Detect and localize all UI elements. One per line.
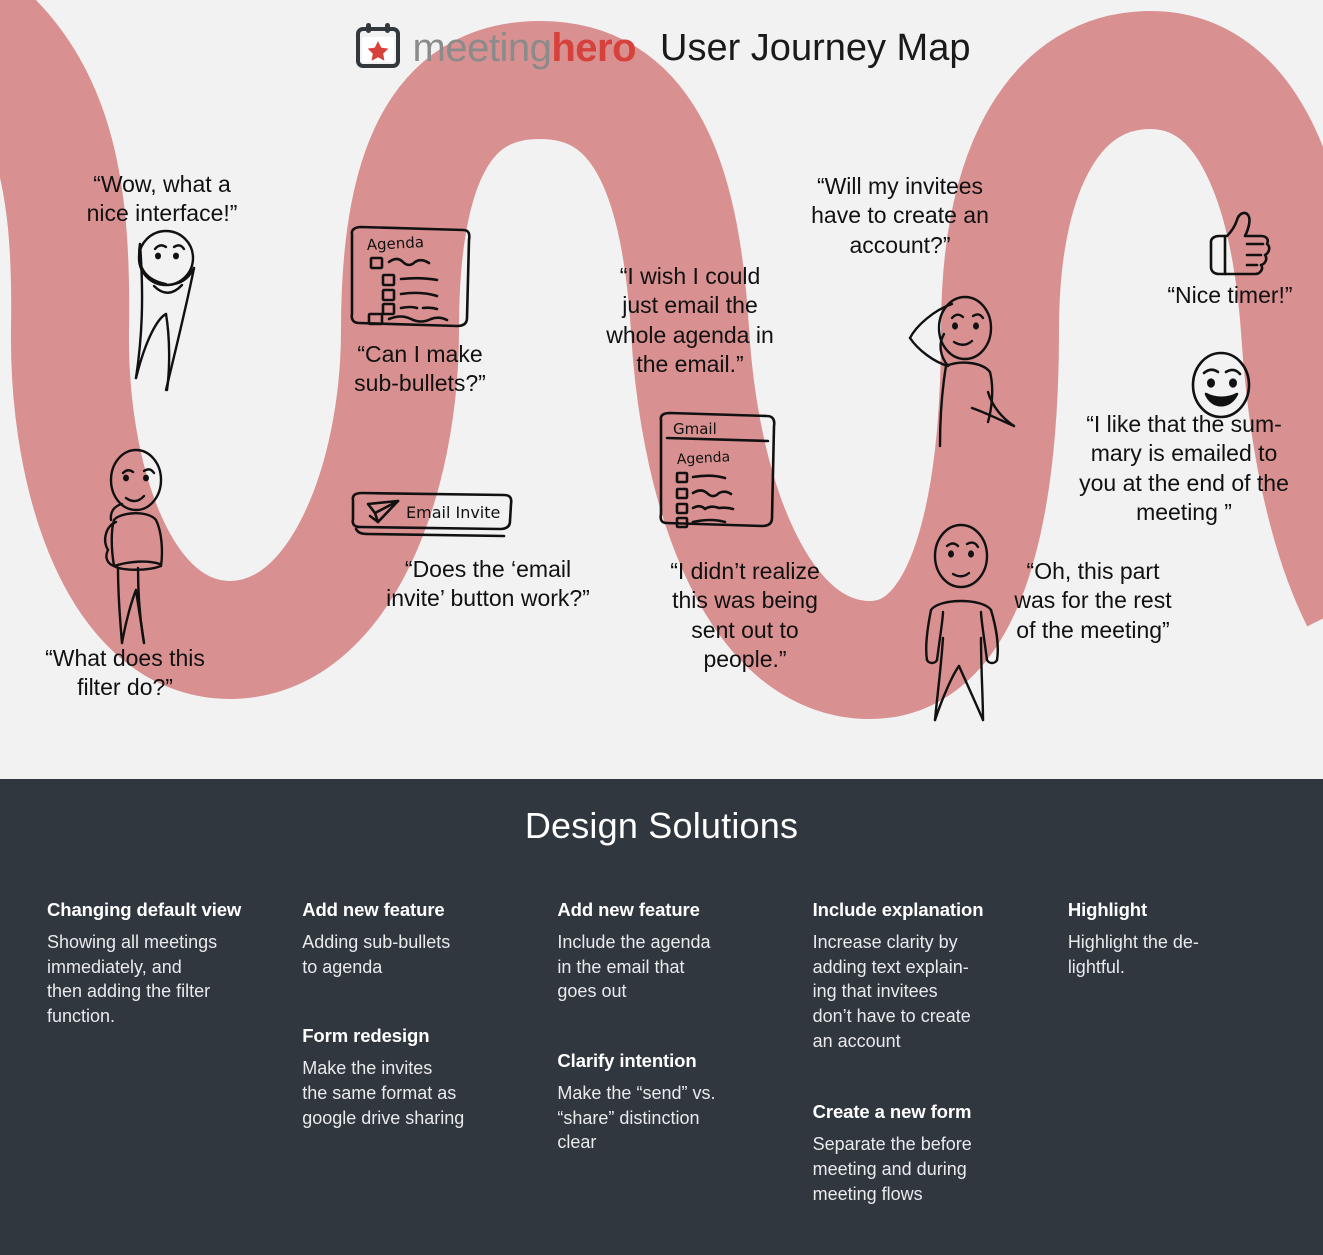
solution-body: Increase clarity by adding text explain-… bbox=[812, 932, 971, 1051]
email-invite-button-sketch[interactable]: Email Invite bbox=[348, 488, 518, 540]
quote-what-does-filter-do: “What does this filter do?” bbox=[45, 645, 205, 701]
design-solutions-columns: Changing default view Showing all meetin… bbox=[0, 847, 1323, 1234]
thumbs-up-icon bbox=[1205, 208, 1275, 288]
solution-body: Separate the before meeting and during m… bbox=[812, 1134, 972, 1204]
solution-body: Make the invites the same format as goog… bbox=[302, 1058, 465, 1128]
solution-heading: Add new feature bbox=[557, 899, 700, 920]
solution-item: Include explanation Increase clarity by … bbox=[813, 899, 1028, 1053]
solution-item: Create a new form Separate the before me… bbox=[813, 1101, 1028, 1206]
solution-item: Form redesign Make the invites the same … bbox=[302, 1025, 517, 1130]
agenda-card-label: Agenda bbox=[366, 233, 424, 254]
brand-name-bold: hero bbox=[551, 25, 637, 70]
page-header: meeting hero User Journey Map bbox=[0, 20, 1323, 75]
head-scratching-figure bbox=[890, 280, 1040, 450]
solution-heading: Create a new form bbox=[812, 1101, 972, 1123]
gmail-agenda-label: Agenda bbox=[676, 449, 730, 468]
solution-item: Add new feature Adding sub-bullets to ag… bbox=[302, 899, 517, 979]
solution-heading: Changing default view bbox=[47, 899, 242, 920]
solution-heading: Highlight bbox=[1067, 899, 1148, 920]
solution-body: Include the agenda in the email that goe… bbox=[557, 932, 711, 1002]
calendar-star-icon bbox=[353, 20, 403, 75]
solutions-column-3: Add new feature Include the agenda in th… bbox=[557, 899, 812, 1183]
gmail-agenda-sketch: Gmail Agenda bbox=[655, 408, 780, 533]
quote-can-i-make-sub-bullets: “Can I make sub-bullets?” bbox=[354, 341, 486, 397]
thinking-figure bbox=[78, 440, 208, 655]
solution-heading: Clarify intention bbox=[557, 1049, 697, 1071]
quote-didnt-realize-sent-out: “I didn’t realize this was being sent ou… bbox=[670, 558, 820, 673]
quote-will-invitees-create-account: “Will my invitees have to create an acco… bbox=[811, 173, 989, 258]
solutions-column-5: Highlight Highlight the de- lightful. bbox=[1068, 899, 1323, 1007]
solution-heading: Form redesign bbox=[302, 1025, 430, 1047]
email-invite-label: Email Invite bbox=[406, 503, 500, 522]
solutions-column-1: Changing default view Showing all meetin… bbox=[47, 899, 302, 1057]
design-solutions-section: Design Solutions Changing default view S… bbox=[0, 779, 1323, 1255]
solution-item: Clarify intention Make the “send” vs. “s… bbox=[557, 1050, 772, 1155]
solution-body: Make the “send” vs. “share” distinction … bbox=[557, 1082, 716, 1153]
solutions-column-2: Add new feature Adding sub-bullets to ag… bbox=[302, 899, 557, 1158]
quote-nice-timer: “Nice timer!” bbox=[1167, 282, 1293, 308]
brand-logotype: meeting hero bbox=[413, 28, 637, 68]
quote-like-summary-emailed: “I like that the sum- mary is emailed to… bbox=[1079, 411, 1289, 526]
brand-name-light: meeting bbox=[412, 25, 552, 70]
happy-arms-up-figure bbox=[88, 218, 258, 398]
gmail-window-label: Gmail bbox=[673, 420, 717, 438]
quote-does-email-invite-work: “Does the ‘email invite’ button work?” bbox=[386, 556, 590, 612]
agenda-card-sketch: Agenda bbox=[345, 222, 475, 332]
solution-item: Changing default view Showing all meetin… bbox=[47, 899, 262, 1029]
solution-body: Highlight the de- lightful. bbox=[1067, 932, 1199, 977]
page-title: User Journey Map bbox=[660, 26, 971, 69]
solutions-column-4: Include explanation Increase clarity by … bbox=[813, 899, 1068, 1234]
quote-oh-this-part-rest-of-meeting: “Oh, this part was for the rest of the m… bbox=[1014, 558, 1172, 643]
quote-wow-nice-interface: “Wow, what a nice interface!” bbox=[86, 171, 238, 227]
solution-heading: Add new feature bbox=[302, 899, 445, 920]
quote-wish-email-whole-agenda: “I wish I could just email the whole age… bbox=[606, 263, 774, 378]
solution-item: Add new feature Include the agenda in th… bbox=[557, 899, 772, 1004]
design-solutions-title: Design Solutions bbox=[524, 805, 799, 846]
journey-map-section: meeting hero User Journey Map “Wow, what … bbox=[0, 0, 1323, 779]
solution-heading: Include explanation bbox=[812, 899, 984, 920]
solution-item: Highlight Highlight the de- lightful. bbox=[1068, 899, 1283, 979]
solution-body: Adding sub-bullets to agenda bbox=[302, 932, 451, 977]
solution-body: Showing all meetings immediately, and th… bbox=[47, 932, 218, 1026]
